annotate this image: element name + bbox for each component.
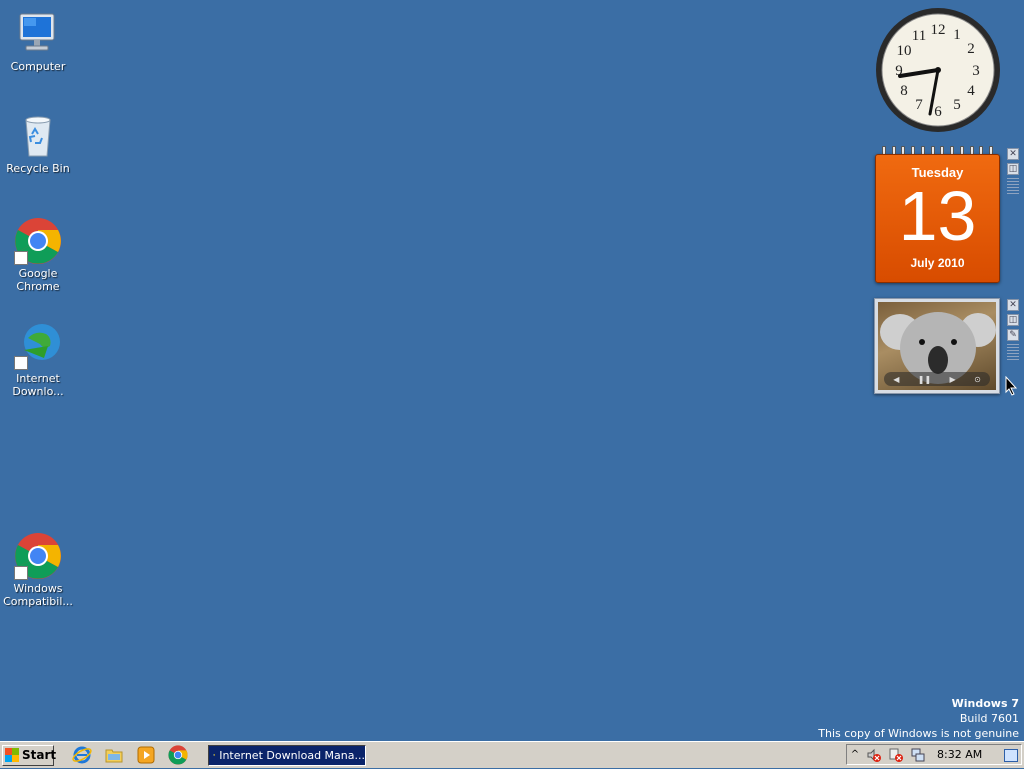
clock-number: 5: [953, 97, 961, 113]
mouse-cursor-icon: [1005, 376, 1017, 396]
show-hidden-icons-button[interactable]: ^: [847, 749, 863, 760]
desktop-icon-label: Computer: [10, 60, 66, 73]
desktop-icon-internet-download-manager[interactable]: Internet Downlo...: [0, 322, 76, 398]
shortcut-arrow-icon: [14, 251, 28, 265]
watermark-title: Windows 7: [951, 697, 1019, 710]
clock-number: 12: [931, 22, 946, 38]
desktop-icon-label: Recycle Bin: [6, 162, 70, 175]
clock-number: 3: [972, 63, 980, 79]
desktop-icon-label: Internet Downlo...: [12, 372, 64, 398]
size-icon[interactable]: ◫: [1007, 314, 1019, 326]
view-icon[interactable]: ⊙: [974, 375, 981, 384]
desktop-icon-label: Google Chrome: [16, 267, 60, 293]
desktop-icon-windows-compatibility[interactable]: Windows Compatibil...: [0, 532, 76, 608]
calendar-gadget[interactable]: Tuesday 13 July 2010: [875, 154, 1000, 283]
windows-logo-icon: [5, 748, 19, 762]
taskbar-button-internet-download-manager[interactable]: Internet Download Mana...: [208, 744, 366, 766]
clock-number: 7: [915, 97, 923, 113]
clock-number: 4: [967, 83, 975, 99]
pause-icon[interactable]: ❚❚: [918, 375, 931, 384]
taskbar: Start Internet Download Mana... ^ 8:32 A…: [0, 741, 1024, 768]
previous-icon[interactable]: ◀: [893, 375, 899, 384]
shield-icon: [213, 753, 215, 757]
taskbar-clock[interactable]: 8:32 AM: [937, 748, 982, 761]
clock-gadget[interactable]: 12 1 2 3 4 5 6 7 8 9 10 11: [874, 6, 1002, 134]
quick-launch: [72, 745, 188, 765]
windows-watermark: Windows 7 Build 7601 This copy of Window…: [818, 696, 1019, 741]
slideshow-gadget-toolbar: ✕ ◫ ✎: [1007, 299, 1021, 360]
explorer-folder-icon[interactable]: [104, 745, 124, 765]
desktop-icon-google-chrome[interactable]: Google Chrome: [0, 217, 76, 293]
action-center-error-icon[interactable]: [888, 747, 904, 763]
clock-number: 8: [900, 83, 908, 99]
calendar-day: 13: [898, 177, 977, 255]
clock-number: 2: [967, 41, 975, 57]
clock-number: 10: [897, 43, 912, 59]
notification-area: ^ 8:32 AM: [846, 744, 1022, 765]
network-icon[interactable]: [910, 747, 926, 763]
calendar-month-year: July 2010: [910, 256, 965, 270]
slideshow-gadget[interactable]: ◀ ❚❚ ▶ ⊙: [874, 298, 1000, 394]
close-icon[interactable]: ✕: [1007, 148, 1019, 160]
taskbar-button-label: Internet Download Mana...: [219, 748, 365, 762]
internet-explorer-icon[interactable]: [72, 745, 92, 765]
shortcut-arrow-icon: [14, 356, 28, 370]
close-icon[interactable]: ✕: [1007, 299, 1019, 311]
size-icon[interactable]: ◫: [1007, 163, 1019, 175]
internet-download-manager-icon: [14, 322, 62, 370]
desktop-icon-label: Windows Compatibil...: [3, 582, 73, 608]
drag-grip-icon[interactable]: [1007, 344, 1019, 360]
media-player-icon[interactable]: [136, 745, 156, 765]
chrome-icon[interactable]: [168, 745, 188, 765]
clock-number: 11: [912, 28, 926, 44]
start-label: Start: [22, 748, 57, 762]
chrome-icon: [14, 217, 62, 265]
volume-muted-icon[interactable]: [866, 747, 882, 763]
show-desktop-button[interactable]: [1004, 749, 1018, 762]
options-wrench-icon[interactable]: ✎: [1007, 329, 1019, 341]
computer-icon: [14, 10, 62, 58]
desktop-icon-computer[interactable]: Computer: [0, 10, 76, 73]
koala-photo: ◀ ❚❚ ▶ ⊙: [878, 302, 996, 390]
calendar-gadget-toolbar: ✕ ◫: [1007, 148, 1021, 194]
watermark-build: Build 7601: [959, 712, 1019, 725]
drag-grip-icon[interactable]: [1007, 178, 1019, 194]
chrome-icon: [14, 532, 62, 580]
recycle-bin-icon: [14, 112, 62, 160]
next-icon[interactable]: ▶: [950, 375, 956, 384]
slideshow-controls[interactable]: ◀ ❚❚ ▶ ⊙: [884, 372, 990, 386]
start-button[interactable]: Start: [2, 744, 57, 766]
watermark-genuine-notice: This copy of Windows is not genuine: [818, 727, 1019, 740]
clock-number: 1: [953, 27, 961, 43]
clock-number: 6: [934, 104, 942, 120]
shortcut-arrow-icon: [14, 566, 28, 580]
desktop-icon-recycle-bin[interactable]: Recycle Bin: [0, 112, 76, 175]
